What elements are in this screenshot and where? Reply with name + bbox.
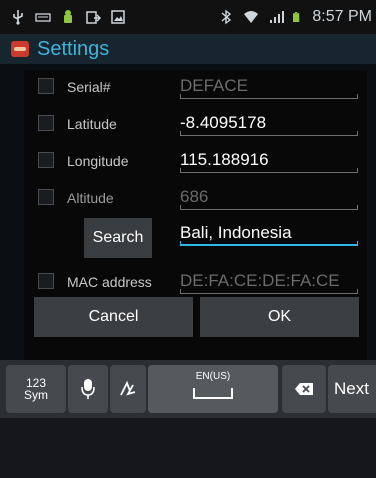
handwriting-icon: [120, 380, 136, 396]
battery-icon: [293, 12, 300, 22]
clock: 8:57 PM: [312, 8, 372, 25]
field-underline: [180, 289, 358, 294]
serial-field[interactable]: DEFACE: [180, 73, 358, 99]
longitude-value: 115.188916: [180, 150, 269, 169]
sym-key-bottom-label: Sym: [24, 388, 48, 402]
space-key[interactable]: EN(US): [148, 365, 278, 413]
voice-input-key[interactable]: [68, 365, 108, 413]
delete-key[interactable]: [282, 365, 326, 413]
mac-label: MAC address: [67, 274, 152, 290]
soft-keyboard: 123 Sym EN(US) Next: [0, 360, 376, 478]
altitude-label: Altitude: [67, 190, 114, 206]
location-value: Bali, Indonesia: [180, 223, 292, 242]
altitude-field[interactable]: 686: [180, 184, 358, 210]
image-icon: [111, 10, 125, 24]
space-icon: [193, 388, 233, 399]
altitude-value: 686: [180, 187, 209, 206]
longitude-field[interactable]: 115.188916: [180, 147, 358, 173]
row-latitude: Latitude -8.4095178: [24, 107, 367, 141]
next-key[interactable]: Next: [328, 365, 376, 413]
android-icon: [64, 10, 72, 23]
field-underline: [180, 205, 358, 210]
location-input[interactable]: Bali, Indonesia: [180, 220, 358, 246]
latitude-checkbox[interactable]: [38, 115, 54, 131]
mac-checkbox[interactable]: [38, 273, 54, 289]
row-serial: Serial# DEFACE: [24, 70, 367, 104]
longitude-label: Longitude: [67, 153, 129, 169]
latitude-label: Latitude: [67, 116, 117, 132]
location-underline: [180, 241, 358, 246]
serial-checkbox[interactable]: [38, 78, 54, 94]
longitude-checkbox[interactable]: [38, 152, 54, 168]
download-icon: [86, 11, 101, 24]
keyboard-language: EN(US): [195, 371, 231, 382]
page-title: Settings: [37, 37, 110, 60]
handwriting-key[interactable]: [110, 365, 146, 413]
signal-icon: [270, 11, 285, 23]
altitude-checkbox[interactable]: [38, 189, 54, 205]
microphone-icon: [81, 379, 95, 399]
row-longitude: Longitude 115.188916: [24, 144, 367, 178]
cancel-button[interactable]: Cancel: [34, 297, 193, 337]
row-altitude: Altitude 686: [24, 181, 367, 215]
sym-key[interactable]: 123 Sym: [6, 365, 66, 413]
latitude-value: -8.4095178: [180, 113, 267, 132]
field-underline: [180, 131, 358, 136]
keyboard-notification-icon: [35, 13, 51, 22]
field-underline: [180, 168, 358, 173]
mac-field[interactable]: DE:FA:CE:DE:FA:CE: [180, 268, 358, 294]
mac-value: DE:FA:CE:DE:FA:CE: [180, 271, 340, 290]
settings-dialog: Serial# DEFACE Latitude -8.4095178 Longi…: [24, 70, 367, 360]
bluetooth-icon: [221, 9, 232, 25]
row-mac-address: MAC address DE:FA:CE:DE:FA:CE: [24, 265, 367, 299]
app-title-bar: Settings: [0, 34, 376, 64]
usb-icon: [13, 10, 23, 25]
serial-label: Serial#: [67, 79, 111, 95]
serial-value: DEFACE: [180, 76, 249, 95]
status-bar: 8:57 PM: [0, 0, 376, 34]
keyboard-keys-area: [0, 418, 376, 478]
latitude-field[interactable]: -8.4095178: [180, 110, 358, 136]
wifi-icon: [244, 11, 259, 23]
field-underline: [180, 94, 358, 99]
search-button[interactable]: Search: [84, 218, 152, 258]
ok-button[interactable]: OK: [200, 297, 359, 337]
app-icon: [11, 41, 29, 57]
backspace-icon: [295, 383, 313, 395]
keyboard-toolbar: 123 Sym EN(US) Next: [0, 360, 376, 418]
